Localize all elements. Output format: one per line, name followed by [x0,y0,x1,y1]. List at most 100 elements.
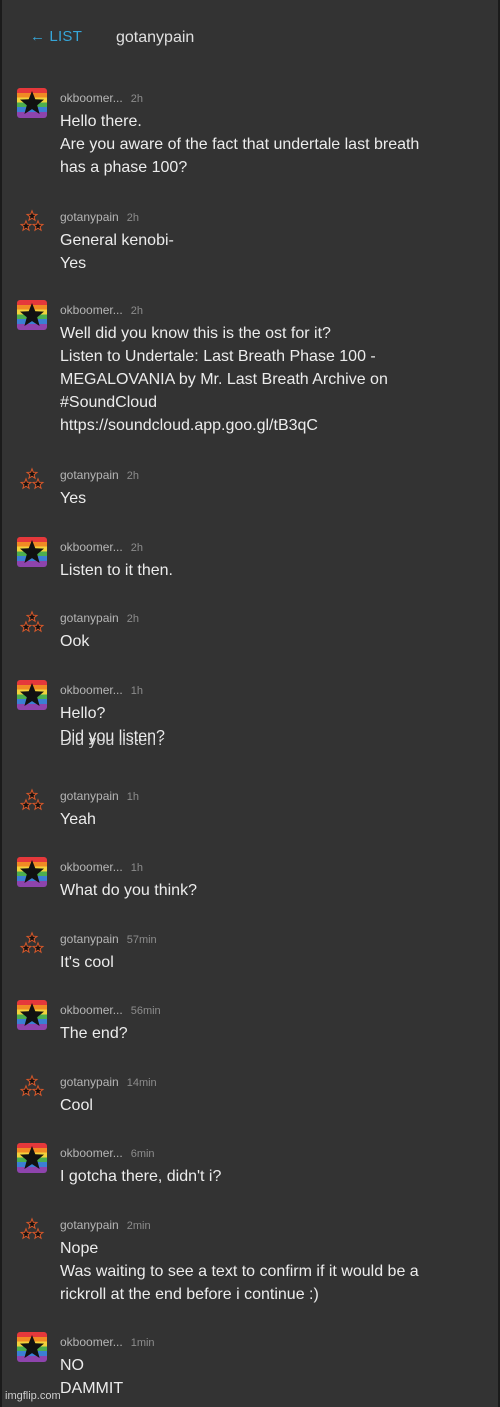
message-line: Hello there. [60,113,142,130]
rainbow-star-avatar-icon[interactable] [17,1332,47,1362]
message-line: General kenobi- [60,232,174,249]
message-body: I gotcha there, didn't i? [60,1165,490,1188]
message-line: MEGALOVANIA by Mr. Last Breath Archive o… [60,371,388,388]
message-body: Hello there. Are you aware of the fact th… [60,110,490,179]
message-line: Are you aware of the fact that undertale… [60,136,420,153]
chat-header: ← LIST gotanypain [0,0,500,70]
message-meta: okboomer... 1h [60,683,143,697]
rainbow-star-avatar-icon[interactable] [17,1000,47,1030]
message-timestamp: 1h [130,862,143,874]
message-body: Yes [60,487,490,510]
message-meta: okboomer... 6min [60,1146,155,1160]
message-timestamp: 2h [130,305,143,317]
message-line: It's cool [60,954,114,971]
message-username[interactable]: gotanypain [60,210,119,224]
message-body: General kenobi- Yes [60,229,490,275]
message-username[interactable]: gotanypain [60,789,119,803]
message-username[interactable]: gotanypain [60,932,119,946]
message-timestamp: 2h [126,613,139,625]
message-body: It's cool [60,951,490,974]
message-username[interactable]: okboomer... [60,91,123,105]
message-username[interactable]: gotanypain [60,1075,119,1089]
message-line: https://soundcloud.app.goo.gl/tB3qC [60,417,318,434]
three-stars-avatar-icon[interactable] [17,207,47,237]
message-timestamp: 1min [130,1337,155,1349]
message-line: Listen to it then. [60,562,173,579]
three-stars-avatar-icon[interactable] [17,608,47,638]
message-line: Cool [60,1097,93,1114]
message-username[interactable]: okboomer... [60,860,123,874]
message-line: Well did you know this is the ost for it… [60,325,331,342]
rainbow-star-avatar-icon[interactable] [17,1143,47,1173]
message-username[interactable]: gotanypain [60,1218,119,1232]
message-meta: okboomer... 56min [60,1003,161,1017]
message-timestamp: 2h [126,212,139,224]
rainbow-star-avatar-icon[interactable] [17,300,47,330]
message-line: Listen to Undertale: Last Breath Phase 1… [60,348,376,365]
message-timestamp: 2h [130,93,143,105]
screen-left-edge [0,0,2,1407]
message-line: has a phase 100? [60,159,188,176]
message-body: Cool [60,1094,490,1117]
message-timestamp: 2h [126,470,139,482]
message-line: DAMMIT [60,1380,124,1397]
three-stars-avatar-icon[interactable] [17,786,47,816]
back-to-list-button[interactable]: ← LIST [30,28,82,45]
imgflip-watermark: imgflip.com [5,1390,61,1402]
message-meta: gotanypain 2min [60,1218,151,1232]
message-username[interactable]: okboomer... [60,303,123,317]
rainbow-star-avatar-icon[interactable] [17,680,47,710]
message-timestamp: 1h [126,791,139,803]
message-timestamp: 2h [130,542,143,554]
message-body: Ook [60,630,490,653]
message-username[interactable]: okboomer... [60,1003,123,1017]
message-meta: okboomer... 1min [60,1335,155,1349]
message-username[interactable]: okboomer... [60,1146,123,1160]
message-line: Nope [60,1240,99,1257]
rainbow-star-avatar-icon[interactable] [17,88,47,118]
message-meta: gotanypain 14min [60,1075,157,1089]
message-body: NO DAMMIT [60,1354,490,1400]
message-line: The end? [60,1025,128,1042]
message-line: What do you think? [60,882,197,899]
message-body: What do you think? [60,879,490,902]
message-meta: okboomer... 2h [60,91,143,105]
three-stars-avatar-icon[interactable] [17,929,47,959]
message-line: Yes [60,255,87,272]
message-body: Nope Was waiting to see a text to confirm… [60,1237,490,1306]
duplicated-render-text: Did you listen? [60,738,165,748]
message-meta: gotanypain 1h [60,789,139,803]
message-username[interactable]: okboomer... [60,683,123,697]
three-stars-avatar-icon[interactable] [17,465,47,495]
message-username[interactable]: gotanypain [60,611,119,625]
message-line: I gotcha there, didn't i? [60,1168,222,1185]
message-meta: okboomer... 1h [60,860,143,874]
three-stars-avatar-icon[interactable] [17,1215,47,1245]
rainbow-star-avatar-icon[interactable] [17,857,47,887]
message-timestamp: 2min [126,1220,151,1232]
message-username[interactable]: gotanypain [60,468,119,482]
message-body: Well did you know this is the ost for it… [60,322,490,437]
message-username[interactable]: okboomer... [60,1335,123,1349]
message-meta: gotanypain 2h [60,210,139,224]
three-stars-avatar-icon[interactable] [17,1072,47,1102]
message-line: Yes [60,490,87,507]
message-line: Yeah [60,811,96,828]
rainbow-star-avatar-icon[interactable] [17,537,47,567]
message-timestamp: 14min [126,1077,157,1089]
message-username[interactable]: okboomer... [60,540,123,554]
message-meta: gotanypain 2h [60,611,139,625]
message-timestamp: 1h [130,685,143,697]
message-line: rickroll at the end before i continue :) [60,1286,319,1303]
conversation-title: gotanypain [116,29,195,46]
message-meta: gotanypain 2h [60,468,139,482]
message-line: Was waiting to see a text to confirm if … [60,1263,419,1280]
message-body: Listen to it then. [60,559,490,582]
message-line: #SoundCloud [60,394,157,411]
message-meta: okboomer... 2h [60,540,143,554]
message-timestamp: 57min [126,934,157,946]
back-button-label: LIST [49,28,83,45]
duplicated-render-line: Did you listen? [60,738,165,748]
message-line: NO [60,1357,84,1374]
message-meta: gotanypain 57min [60,932,157,946]
